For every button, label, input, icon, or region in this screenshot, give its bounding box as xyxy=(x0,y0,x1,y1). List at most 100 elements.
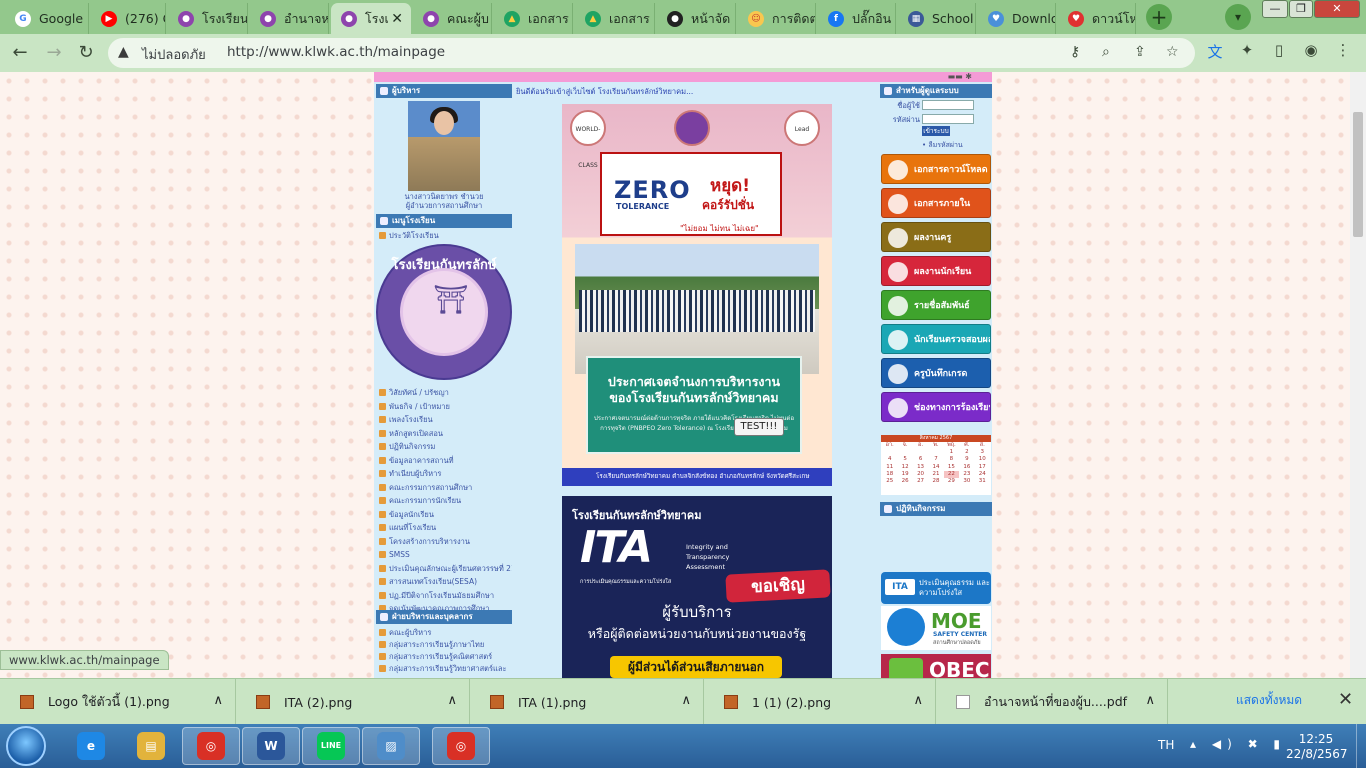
extensions-icon[interactable]: ✦ xyxy=(1236,41,1258,59)
side-button[interactable]: ครูบันทึกเกรด xyxy=(881,358,991,388)
calendar-day[interactable]: 29 xyxy=(944,478,959,485)
start-button[interactable] xyxy=(6,726,46,766)
tab-3[interactable]: ● โรงเรียน xyxy=(168,3,248,34)
calendar-day[interactable]: 30 xyxy=(959,478,974,485)
close-downloads-icon[interactable]: ✕ xyxy=(1338,689,1353,710)
calendar-day[interactable]: 23 xyxy=(959,471,974,478)
menu-item-history[interactable]: ประวัติโรงเรียน xyxy=(378,229,512,242)
tab-10[interactable]: ☺ การติดต่ xyxy=(738,3,816,34)
side-button[interactable]: รายชื่อสัมพันธ์ xyxy=(881,290,991,320)
calendar-day[interactable]: 18 xyxy=(882,471,897,478)
menu-item[interactable]: แผนที่โรงเรียน xyxy=(378,521,512,534)
zoom-icon[interactable]: ⌕ xyxy=(1102,44,1110,60)
language-indicator[interactable]: TH xyxy=(1158,738,1174,752)
test-button[interactable]: TEST!!! xyxy=(734,418,784,436)
calendar-day[interactable]: 31 xyxy=(975,478,990,485)
chevron-up-icon[interactable]: ∧ xyxy=(213,693,223,708)
calendar-day[interactable]: 10 xyxy=(975,456,990,463)
calendar-day[interactable]: 8 xyxy=(944,456,959,463)
taskbar-app-line[interactable]: LINE xyxy=(302,727,360,765)
ita-poster[interactable]: โรงเรียนกันทรลักษ์วิทยาคม ITA Integrity … xyxy=(562,496,832,678)
calendar-day[interactable]: 1 xyxy=(944,449,959,456)
download-item[interactable]: ITA (1).png ∧ xyxy=(470,679,704,725)
zero-tolerance-poster[interactable]: WORLD-CLASS Lead ZERO TOLERANCE หยุด! คอ… xyxy=(562,104,832,486)
calendar-day[interactable]: 2 xyxy=(959,449,974,456)
chevron-up-icon[interactable]: ∧ xyxy=(681,693,691,708)
taskbar-app-file-explorer[interactable]: ▤ xyxy=(122,727,180,765)
calendar-day[interactable]: 15 xyxy=(944,464,959,471)
taskbar-app-chrome-2[interactable]: ◎ xyxy=(432,727,490,765)
dept-menu-item[interactable]: กลุ่มสาระการเรียนรู้วิทยาศาสตร์และ xyxy=(378,662,512,675)
calendar-day[interactable]: 17 xyxy=(975,464,990,471)
calendar-day[interactable]: 24 xyxy=(975,471,990,478)
share-icon[interactable]: ⇪ xyxy=(1134,44,1146,60)
download-item[interactable]: อำนาจหน้าที่ของผู้บ....pdf ∧ xyxy=(936,679,1168,725)
side-panel-icon[interactable]: ▯ xyxy=(1268,41,1290,59)
browser-menu-icon[interactable]: ⋮ xyxy=(1332,41,1354,59)
tab-8[interactable]: ▲ เอกสาร xyxy=(575,3,655,34)
calendar-day[interactable]: 4 xyxy=(882,456,897,463)
ita-assessment-button[interactable]: ITA ประเมินคุณธรรม และความโปร่งใส xyxy=(881,572,991,604)
tab-9[interactable]: ● หน้าจัด xyxy=(657,3,736,34)
login-button[interactable]: เข้าระบบ xyxy=(922,126,950,136)
tab-close-icon[interactable]: ✕ xyxy=(391,11,403,27)
calendar-day[interactable]: 12 xyxy=(897,464,912,471)
side-button[interactable]: ผลงานครู xyxy=(881,222,991,252)
menu-item[interactable]: พันธกิจ / เป้าหมาย xyxy=(378,400,512,413)
calendar-day[interactable]: 3 xyxy=(975,449,990,456)
taskbar-app-internet-explorer[interactable]: e xyxy=(62,727,120,765)
chevron-up-icon[interactable]: ∧ xyxy=(447,693,457,708)
username-input[interactable] xyxy=(922,100,974,110)
tab-14[interactable]: ♥ ดาวน์โห xyxy=(1058,3,1136,34)
tray-icons[interactable]: ▴ ◀) ✖ ▮ xyxy=(1190,737,1286,751)
key-icon[interactable]: ⚷ xyxy=(1070,44,1080,60)
show-desktop-button[interactable] xyxy=(1356,724,1366,768)
calendar-day[interactable]: 14 xyxy=(928,464,943,471)
menu-item[interactable]: สารสนเทศโรงเรียน(SESA) xyxy=(378,575,512,588)
tab-1[interactable]: G Google xyxy=(5,3,89,34)
back-button[interactable]: ← xyxy=(8,41,32,65)
page-scrollbar[interactable] xyxy=(1350,72,1366,678)
calendar-day[interactable]: 22 xyxy=(943,470,960,479)
menu-item[interactable]: ข้อมูลนักเรียน xyxy=(378,508,512,521)
calendar-day[interactable]: 13 xyxy=(913,464,928,471)
tab-5[interactable]: ● โรงเ ✕ xyxy=(331,3,411,34)
url-text[interactable]: http://www.klwk.ac.th/mainpage xyxy=(227,44,445,60)
menu-item[interactable]: โครงสร้างการบริหารงาน xyxy=(378,535,512,548)
obec-link[interactable]: OBEC xyxy=(881,654,991,678)
moe-safety-center-link[interactable]: MOE SAFETY CENTER สถานศึกษาปลอดภัย xyxy=(881,606,991,650)
menu-item[interactable]: ปฏ.มีปีติจากโรงเรียนมัธยมศึกษา xyxy=(378,589,512,602)
tab-13[interactable]: ♥ Downlo xyxy=(978,3,1056,34)
calendar-day[interactable]: 21 xyxy=(928,471,943,478)
close-window-button[interactable]: ✕ xyxy=(1314,0,1360,18)
minimize-button[interactable]: — xyxy=(1262,0,1288,18)
clock[interactable]: 12:25 22/8/2567 xyxy=(1286,732,1348,762)
calendar-day[interactable]: 28 xyxy=(928,478,943,485)
tab-11[interactable]: f ปลั๊กอิน xyxy=(818,3,896,34)
restore-button[interactable]: ❐ xyxy=(1289,0,1313,18)
download-item[interactable]: Logo ใช้ตัวนี้ (1).png ∧ xyxy=(0,679,236,725)
forward-button[interactable]: → xyxy=(42,41,66,65)
calendar-day[interactable]: 9 xyxy=(959,456,974,463)
tab-6[interactable]: ● คณะผู้บ xyxy=(413,3,492,34)
menu-item[interactable]: ทำเนียบผู้บริหาร xyxy=(378,467,512,480)
address-bar[interactable]: ▲ ไม่ปลอดภัย http://www.klwk.ac.th/mainp… xyxy=(108,38,1195,68)
security-label[interactable]: ไม่ปลอดภัย xyxy=(142,44,206,65)
profile-avatar[interactable]: ◉ xyxy=(1300,41,1322,59)
download-item[interactable]: ITA (2).png ∧ xyxy=(236,679,470,725)
menu-item[interactable]: ข้อมูลอาคารสถานที่ xyxy=(378,454,512,467)
side-button[interactable]: ช่องทางการร้องเรียน การทุจริตและประพฤติม… xyxy=(881,392,991,422)
chevron-up-icon[interactable]: ∧ xyxy=(913,693,923,708)
menu-item[interactable]: ประเมินคุณลักษณะผู้เรียนศตวรรษที่ 21 xyxy=(378,562,512,575)
forgot-password-link[interactable]: • ลืมรหัสผ่าน xyxy=(922,140,963,151)
menu-item[interactable]: เพลงโรงเรียน xyxy=(378,413,512,426)
side-button[interactable]: ผลงานนักเรียน xyxy=(881,256,991,286)
show-all-downloads-link[interactable]: แสดงทั้งหมด xyxy=(1236,691,1302,710)
menu-item[interactable]: ปฏิทินกิจกรรม xyxy=(378,440,512,453)
tab-12[interactable]: ▦ School xyxy=(898,3,976,34)
calendar-day[interactable]: 19 xyxy=(897,471,912,478)
calendar-day[interactable]: 20 xyxy=(913,471,928,478)
tab-7[interactable]: ▲ เอกสาร xyxy=(494,3,573,34)
calendar-day[interactable]: 7 xyxy=(928,456,943,463)
new-tab-button[interactable]: + xyxy=(1146,4,1172,30)
